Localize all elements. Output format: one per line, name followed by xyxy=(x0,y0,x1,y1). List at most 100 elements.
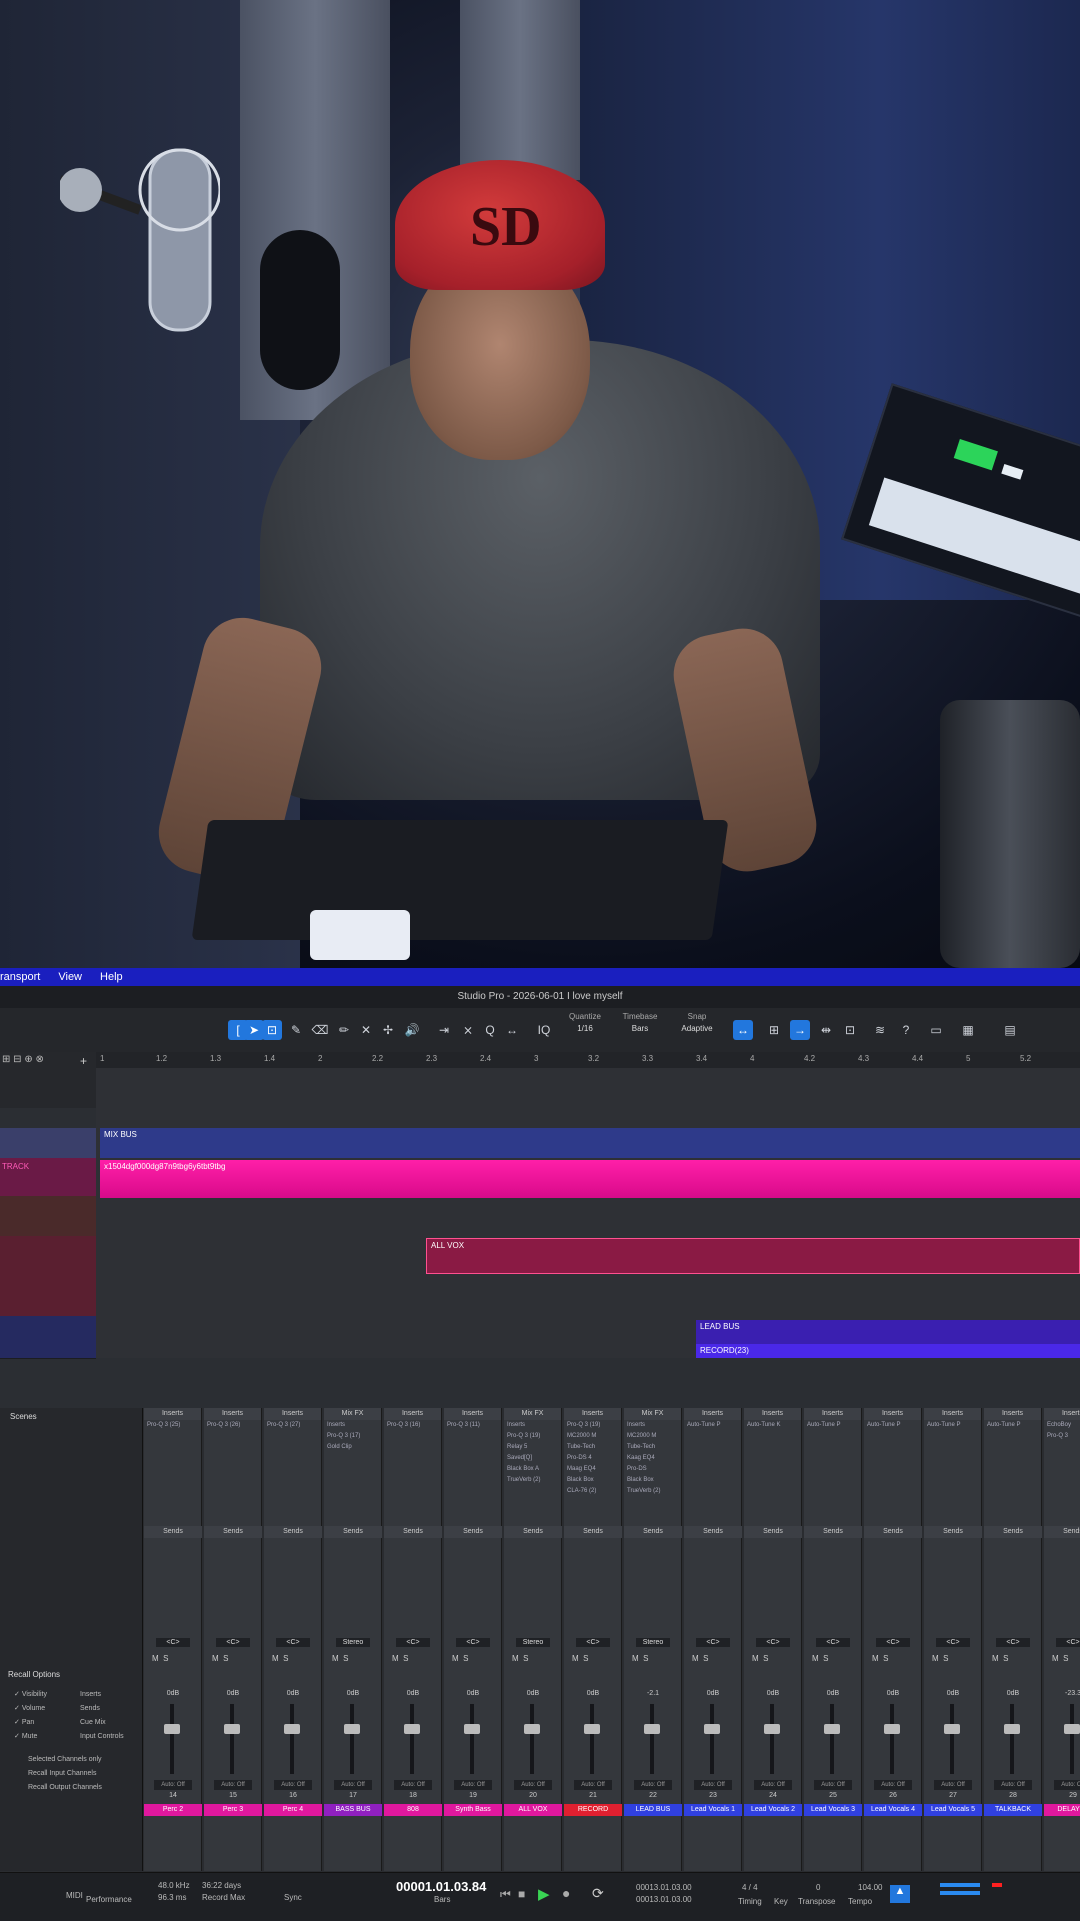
fader-handle[interactable] xyxy=(284,1724,300,1734)
sends-header[interactable]: Sends xyxy=(864,1526,922,1538)
automation-mode[interactable]: Auto: Off xyxy=(994,1780,1032,1790)
inserts-header[interactable]: Inserts xyxy=(924,1408,981,1420)
track-header[interactable] xyxy=(0,1276,96,1317)
mute-tool-icon[interactable]: ✕ xyxy=(356,1020,376,1040)
insert-slot[interactable]: Pro-Q 3 (26) xyxy=(204,1420,261,1431)
iq-icon[interactable]: IQ xyxy=(534,1020,554,1040)
pan-control[interactable]: <C> xyxy=(276,1638,310,1647)
mute-solo-buttons[interactable]: M S xyxy=(392,1654,408,1663)
pan-control[interactable]: <C> xyxy=(216,1638,250,1647)
insert-slot[interactable]: Pro-Q 3 (19) xyxy=(564,1420,621,1431)
arrange-view[interactable]: MIX BUS x1504dgf000dg87n9tbg6y6tbt9tbg A… xyxy=(96,1068,1080,1358)
mute-solo-buttons[interactable]: M S xyxy=(1052,1654,1068,1663)
fader-handle[interactable] xyxy=(1004,1724,1020,1734)
mute-solo-buttons[interactable]: M S xyxy=(872,1654,888,1663)
pan-control[interactable]: <C> xyxy=(936,1638,970,1647)
cross-icon[interactable]: ⨯ xyxy=(458,1020,478,1040)
tempo-value[interactable]: 104.00 xyxy=(858,1883,882,1892)
loop-toggle-icon[interactable]: ⟳ xyxy=(592,1885,604,1902)
channel-name[interactable]: 808 xyxy=(384,1804,442,1816)
recall-pan-checkbox[interactable]: ✓ xyxy=(14,1719,22,1726)
channel-name[interactable]: Perc 4 xyxy=(264,1804,322,1816)
track-tools-icon[interactable]: ⊞ ⊟ ⊕ ⊗ xyxy=(2,1054,44,1065)
mute-solo-buttons[interactable]: M S xyxy=(632,1654,648,1663)
clip-mix-bus[interactable]: MIX BUS xyxy=(100,1128,1080,1158)
loop-start[interactable]: 00013.01.03.00 xyxy=(636,1883,692,1892)
sends-header[interactable]: Sends xyxy=(324,1526,382,1538)
insert-slot[interactable]: Auto-Tune P xyxy=(684,1420,741,1431)
sends-header[interactable]: Sends xyxy=(924,1526,982,1538)
pan-control[interactable]: <C> xyxy=(996,1638,1030,1647)
track-header-mix-bus[interactable] xyxy=(0,1128,96,1159)
volume-fader[interactable] xyxy=(830,1704,834,1774)
mute-solo-buttons[interactable]: M S xyxy=(512,1654,528,1663)
pan-control[interactable]: <C> xyxy=(576,1638,610,1647)
record-mode-icon[interactable]: ≋ xyxy=(870,1020,890,1040)
track-header[interactable] xyxy=(0,1236,96,1277)
insert-slot[interactable]: Inserts xyxy=(504,1420,561,1431)
mute-solo-buttons[interactable]: M S xyxy=(152,1654,168,1663)
time-display[interactable]: 00001.01.03.84 xyxy=(396,1879,486,1894)
inserts-header[interactable]: Inserts xyxy=(384,1408,441,1420)
volume-fader[interactable] xyxy=(890,1704,894,1774)
inserts-header[interactable]: Inserts xyxy=(1044,1408,1080,1420)
help-icon[interactable]: ? xyxy=(896,1020,916,1040)
menu-help[interactable]: Help xyxy=(100,971,123,983)
track-header-track[interactable]: TRACK xyxy=(0,1158,96,1197)
automation-mode[interactable]: Auto: Off xyxy=(454,1780,492,1790)
sends-header[interactable]: Sends xyxy=(504,1526,562,1538)
mute-solo-buttons[interactable]: M S xyxy=(332,1654,348,1663)
automation-mode[interactable]: Auto: Off xyxy=(934,1780,972,1790)
timebase-select[interactable]: Bars xyxy=(615,1024,665,1033)
eraser-icon[interactable]: ⌫ xyxy=(310,1020,330,1040)
mute-solo-buttons[interactable]: M S xyxy=(992,1654,1008,1663)
inserts-header[interactable]: Inserts xyxy=(264,1408,321,1420)
sends-header[interactable]: Sends xyxy=(144,1526,202,1538)
mute-solo-buttons[interactable]: M S xyxy=(812,1654,828,1663)
insert-slot[interactable]: Tube-Tech xyxy=(624,1442,681,1453)
inserts-header[interactable]: Inserts xyxy=(444,1408,501,1420)
automation-mode[interactable]: Auto: Off xyxy=(274,1780,312,1790)
automation-mode[interactable]: Auto: Off xyxy=(1054,1780,1080,1790)
automation-mode[interactable]: Auto: Off xyxy=(394,1780,432,1790)
recall-cuemix-checkbox[interactable]: Cue Mix xyxy=(80,1716,124,1730)
volume-fader[interactable] xyxy=(470,1704,474,1774)
insert-slot[interactable]: Auto-Tune P xyxy=(804,1420,861,1431)
fader-handle[interactable] xyxy=(464,1724,480,1734)
inserts-header[interactable]: Mix FX xyxy=(624,1408,681,1420)
volume-fader[interactable] xyxy=(290,1704,294,1774)
automation-mode[interactable]: Auto: Off xyxy=(754,1780,792,1790)
channel-name[interactable]: Lead Vocals 5 xyxy=(924,1804,982,1816)
clip-record[interactable]: RECORD(23) xyxy=(696,1344,1080,1358)
inserts-header[interactable]: Mix FX xyxy=(324,1408,381,1420)
mute-solo-buttons[interactable]: M S xyxy=(932,1654,948,1663)
metronome-icon[interactable]: ▲ xyxy=(890,1885,910,1903)
time-signature[interactable]: 4 / 4 xyxy=(742,1883,758,1892)
zoom-icon[interactable]: ⇹ xyxy=(816,1020,836,1040)
layout-icon[interactable]: ▦ xyxy=(958,1020,978,1040)
insert-slot[interactable]: Auto-Tune K xyxy=(744,1420,801,1431)
insert-slot[interactable]: Pro-Q 3 (27) xyxy=(264,1420,321,1431)
recall-mute-checkbox[interactable]: ✓ xyxy=(14,1733,22,1740)
volume-fader[interactable] xyxy=(410,1704,414,1774)
channel-name[interactable]: ALL VOX xyxy=(504,1804,562,1816)
pan-control[interactable]: <C> xyxy=(696,1638,730,1647)
quantize-q-icon[interactable]: Q xyxy=(480,1020,500,1040)
volume-fader[interactable] xyxy=(950,1704,954,1774)
insert-slot[interactable]: Auto-Tune P xyxy=(864,1420,921,1431)
insert-slot[interactable]: Pro-Q 3 (16) xyxy=(384,1420,441,1431)
selected-channels-only-checkbox[interactable]: Selected Channels only xyxy=(28,1753,102,1767)
view-icon[interactable]: ▭ xyxy=(926,1020,946,1040)
channel-name[interactable]: Lead Vocals 1 xyxy=(684,1804,742,1816)
pan-control[interactable]: Stereo xyxy=(336,1638,370,1647)
pan-control[interactable]: <C> xyxy=(756,1638,790,1647)
insert-slot[interactable]: Black Box xyxy=(624,1475,681,1486)
channel-name[interactable]: Lead Vocals 4 xyxy=(864,1804,922,1816)
pan-control[interactable]: Stereo xyxy=(516,1638,550,1647)
insert-slot[interactable]: Pro-Q 3 xyxy=(1044,1431,1080,1442)
recall-inserts-checkbox[interactable]: Inserts xyxy=(80,1688,124,1702)
fader-handle[interactable] xyxy=(644,1724,660,1734)
insert-slot[interactable]: Pro-Q 3 (11) xyxy=(444,1420,501,1431)
automation-mode[interactable]: Auto: Off xyxy=(214,1780,252,1790)
record-icon[interactable]: ● xyxy=(562,1885,570,1901)
